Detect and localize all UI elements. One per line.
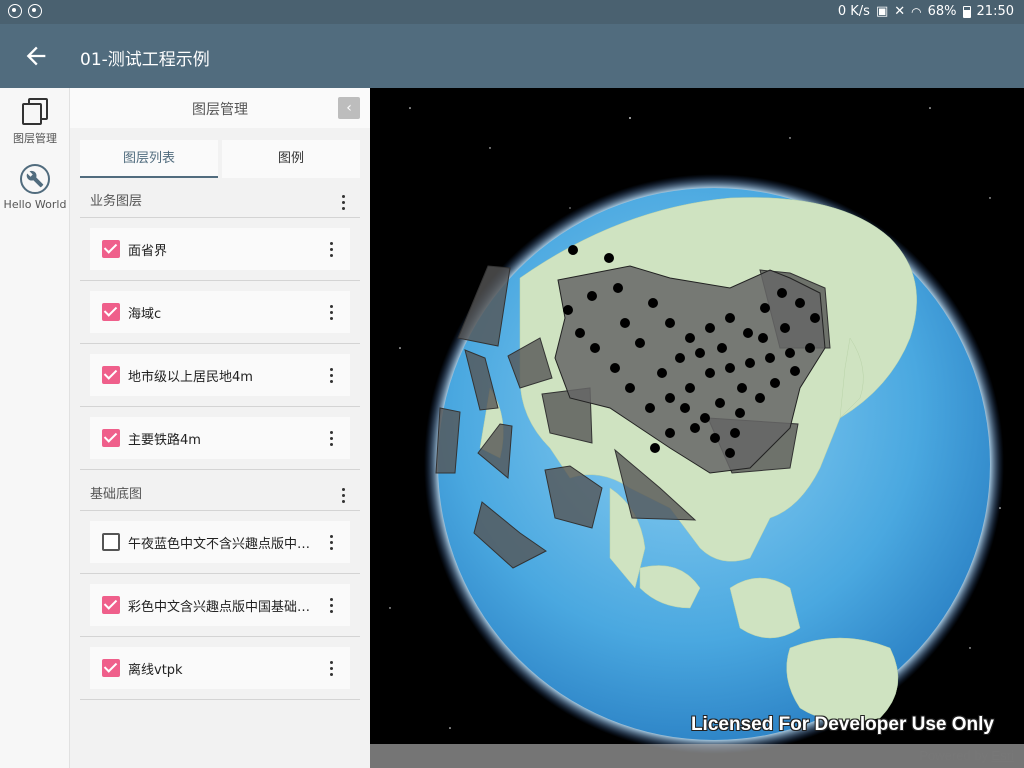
layer-label: 地市级以上居民地4m [128, 370, 253, 385]
esri-link[interactable]: Esri [992, 748, 1014, 763]
back-arrow-icon[interactable] [22, 42, 50, 70]
screenshot-icon: ▣ [875, 4, 889, 19]
panel-header: 图层管理 ‹ [70, 88, 370, 128]
layer-checkbox[interactable] [102, 240, 120, 258]
collapse-panel-button[interactable]: ‹ [338, 97, 360, 119]
layer-label: 面省界 [128, 244, 168, 259]
net-speed: 0 K/s [837, 4, 870, 19]
more-vert-icon[interactable] [324, 658, 338, 678]
notification-icon [8, 4, 22, 18]
layer-label: 彩色中文含兴趣点版中国基础地图 [128, 600, 318, 615]
map-view[interactable]: Licensed For Developer Use Only Powered … [370, 88, 1024, 768]
layer-checkbox[interactable] [102, 596, 120, 614]
rail-item-hello-world[interactable]: Hello World [0, 164, 70, 211]
layer-panel: 图层管理 ‹ 图层列表 图例 业务图层 面省界 海域c 地市级以上居民地4m 主… [70, 88, 370, 768]
layer-row: 地市级以上居民地4m [80, 344, 360, 407]
layer-checkbox[interactable] [102, 429, 120, 447]
layer-row: 离线vtpk [80, 637, 360, 700]
side-rail: 图层管理 Hello World [0, 88, 70, 768]
attribution-bar: Powered by Esri [370, 744, 1024, 768]
layer-row: 主要铁路4m [80, 407, 360, 470]
rail-item-label: Hello World [3, 198, 67, 211]
rail-item-label: 图层管理 [13, 132, 57, 145]
layer-row: 午夜蓝色中文不含兴趣点版中国... [80, 511, 360, 574]
panel-tabs: 图层列表 图例 [80, 140, 360, 178]
tab-layer-list[interactable]: 图层列表 [80, 140, 218, 178]
more-vert-icon[interactable] [336, 485, 350, 505]
more-vert-icon[interactable] [324, 239, 338, 259]
more-vert-icon[interactable] [324, 595, 338, 615]
group-title: 业务图层 [90, 194, 143, 209]
group-header: 业务图层 [80, 186, 360, 218]
group-header: 基础底图 [80, 479, 360, 511]
attribution-prefix: Powered by [919, 748, 992, 763]
battery-icon [962, 5, 971, 18]
more-vert-icon[interactable] [324, 302, 338, 322]
battery-level: 68% [927, 4, 957, 19]
mute-icon: ✕ [894, 4, 906, 19]
layer-group-basemap: 基础底图 午夜蓝色中文不含兴趣点版中国... 彩色中文含兴趣点版中国基础地图 离… [80, 479, 360, 700]
account-icon [28, 4, 42, 18]
more-vert-icon[interactable] [324, 365, 338, 385]
layer-group-business: 业务图层 面省界 海域c 地市级以上居民地4m 主要铁路4m [80, 186, 360, 470]
more-vert-icon[interactable] [336, 192, 350, 212]
layer-checkbox[interactable] [102, 659, 120, 677]
layer-row: 海域c [80, 281, 360, 344]
status-bar: 0 K/s ▣ ✕ ◠ 68% 21:50 [0, 0, 1024, 24]
layer-row: 彩色中文含兴趣点版中国基础地图 [80, 574, 360, 637]
globe-scene[interactable] [370, 88, 1024, 768]
attribution-text: Powered by Esri [919, 748, 1014, 763]
group-title: 基础底图 [90, 487, 143, 502]
layer-row: 面省界 [80, 218, 360, 281]
rail-item-layer-manager[interactable]: 图层管理 [0, 96, 70, 146]
tab-legend[interactable]: 图例 [222, 140, 360, 178]
layer-checkbox[interactable] [102, 303, 120, 321]
wifi-icon: ◠ [911, 4, 922, 19]
layers-icon [20, 96, 50, 126]
panel-title: 图层管理 [192, 102, 248, 118]
wrench-icon [20, 164, 50, 194]
chevron-left-icon: ‹ [346, 100, 352, 116]
app-title: 01-测试工程示例 [80, 50, 210, 70]
layer-label: 离线vtpk [128, 663, 183, 678]
layer-checkbox[interactable] [102, 366, 120, 384]
layer-checkbox[interactable] [102, 533, 120, 551]
layer-label: 午夜蓝色中文不含兴趣点版中国... [128, 537, 318, 552]
more-vert-icon[interactable] [324, 428, 338, 448]
layer-label: 主要铁路4m [128, 433, 201, 448]
layer-label: 海域c [128, 307, 162, 322]
app-bar: 01-测试工程示例 [0, 24, 1024, 88]
more-vert-icon[interactable] [324, 532, 338, 552]
license-watermark: Licensed For Developer Use Only [690, 714, 994, 735]
clock: 21:50 [976, 4, 1014, 19]
